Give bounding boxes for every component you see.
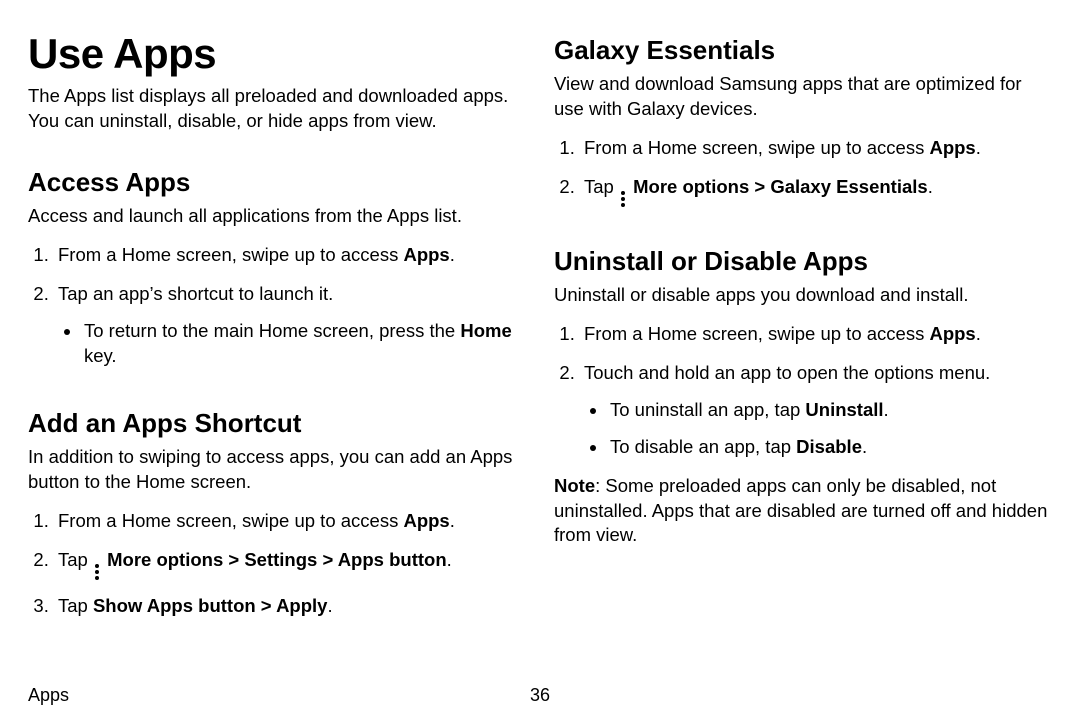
- more-options-icon: [621, 191, 626, 207]
- shortcut-intro: In addition to swiping to access apps, y…: [28, 445, 526, 495]
- uninstall-intro: Uninstall or disable apps you download a…: [554, 283, 1052, 308]
- access-step-2: Tap an app’s shortcut to launch it. To r…: [54, 282, 526, 369]
- page-title: Use Apps: [28, 32, 526, 76]
- access-substep: To return to the main Home screen, press…: [82, 319, 526, 369]
- shortcut-step-2: Tap More options > Settings > Apps butto…: [54, 548, 526, 580]
- galaxy-step-2: Tap More options > Galaxy Essentials.: [580, 175, 1052, 207]
- page-intro: The Apps list displays all preloaded and…: [28, 84, 526, 134]
- page-footer: Apps 36: [28, 685, 1052, 706]
- heading-add-shortcut: Add an Apps Shortcut: [28, 409, 526, 439]
- shortcut-step-3: Tap Show Apps button > Apply.: [54, 594, 526, 619]
- galaxy-steps: From a Home screen, swipe up to access A…: [554, 136, 1052, 221]
- shortcut-steps: From a Home screen, swipe up to access A…: [28, 509, 526, 633]
- uninstall-steps: From a Home screen, swipe up to access A…: [554, 322, 1052, 474]
- uninstall-step-1: From a Home screen, swipe up to access A…: [580, 322, 1052, 347]
- heading-uninstall-disable: Uninstall or Disable Apps: [554, 247, 1052, 277]
- uninstall-sub-1: To uninstall an app, tap Uninstall.: [608, 398, 1052, 423]
- heading-galaxy-essentials: Galaxy Essentials: [554, 36, 1052, 66]
- shortcut-step-1: From a Home screen, swipe up to access A…: [54, 509, 526, 534]
- access-steps: From a Home screen, swipe up to access A…: [28, 243, 526, 383]
- galaxy-step-1: From a Home screen, swipe up to access A…: [580, 136, 1052, 161]
- more-options-icon: [95, 564, 100, 580]
- uninstall-note: Note: Some preloaded apps can only be di…: [554, 474, 1052, 549]
- galaxy-intro: View and download Samsung apps that are …: [554, 72, 1052, 122]
- footer-page-number: 36: [530, 685, 550, 706]
- footer-section-label: Apps: [28, 685, 69, 706]
- access-intro: Access and launch all applications from …: [28, 204, 526, 229]
- access-step-1: From a Home screen, swipe up to access A…: [54, 243, 526, 268]
- uninstall-sub-2: To disable an app, tap Disable.: [608, 435, 1052, 460]
- heading-access-apps: Access Apps: [28, 168, 526, 198]
- uninstall-step-2: Touch and hold an app to open the option…: [580, 361, 1052, 460]
